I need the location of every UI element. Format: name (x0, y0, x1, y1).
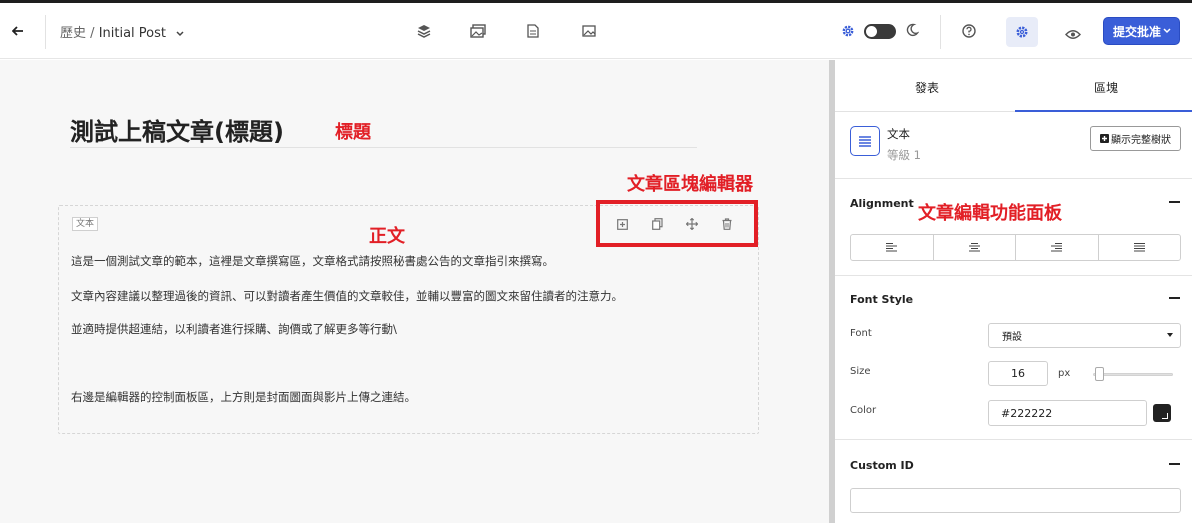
duplicate-icon[interactable] (649, 216, 665, 232)
custom-id-input[interactable] (850, 488, 1181, 513)
size-slider-track[interactable] (1093, 373, 1173, 376)
breadcrumb-separator: / (90, 26, 95, 41)
top-toolbar: 歷史 / Initial Post 提交批准 (0, 3, 1192, 59)
settings-button[interactable] (1006, 17, 1038, 47)
collapse-icon[interactable] (1169, 463, 1180, 465)
block-tools (596, 200, 758, 247)
help-icon[interactable] (962, 23, 976, 42)
block-name: 文本 (887, 127, 910, 141)
collapse-icon[interactable] (1169, 201, 1180, 203)
eye-icon[interactable] (1065, 25, 1081, 44)
moon-icon (905, 22, 920, 41)
divider (45, 15, 46, 49)
gallery-icon[interactable] (466, 19, 490, 43)
panel-annotation: 文章編輯功能面板 (918, 203, 1062, 224)
arrow-left-icon (11, 26, 23, 36)
block-level: 等級 1 (887, 148, 921, 162)
breadcrumb[interactable]: 歷史 / Initial Post (60, 22, 184, 41)
align-left-icon[interactable] (851, 235, 934, 260)
editor-canvas: 測試上稿文章(標題) 標題 文章區塊編輯器 文本 正文 這是一個測試文章的範本，… (0, 60, 829, 523)
settings-panel: 發表 區塊 文本 等級 1 顯示完整樹狀 Alignment 文章編輯功能面板 … (835, 60, 1192, 523)
theme-toggle[interactable] (864, 24, 896, 39)
size-slider-thumb[interactable] (1095, 367, 1104, 381)
paragraph[interactable]: 並適時提供超連結，以利讀者進行採購、詢價或了解更多等行動\ (71, 321, 397, 337)
tree-button-label: 顯示完整樹狀 (1111, 135, 1171, 146)
post-title[interactable]: 測試上稿文章(標題) (70, 112, 284, 147)
paragraph[interactable]: 文章內容建議以整理過後的資訊、可以對讀者產生價值的文章較佳，並輔以豐富的圖文來留… (71, 288, 623, 304)
font-select-value: 預設 (1002, 332, 1022, 343)
section-divider (835, 275, 1192, 276)
alignment-group (850, 234, 1181, 261)
image-icon[interactable] (577, 19, 601, 43)
chevron-down-icon[interactable] (176, 29, 184, 40)
title-underline (70, 147, 697, 148)
block-type-badge: 文本 (72, 217, 99, 231)
active-tab-indicator (1015, 110, 1192, 112)
document-icon[interactable] (521, 19, 545, 43)
trash-icon[interactable] (719, 216, 735, 232)
align-justify-icon[interactable] (1099, 235, 1181, 260)
layers-icon[interactable] (412, 19, 436, 43)
tab-block[interactable]: 區塊 (1094, 79, 1118, 96)
submit-label: 提交批准 (1113, 24, 1162, 39)
caret-down-icon (1167, 333, 1173, 337)
align-right-icon[interactable] (1016, 235, 1099, 260)
font-select[interactable]: 預設 (988, 323, 1181, 348)
custom-id-title: Custom ID (850, 459, 914, 472)
title-annotation: 標題 (335, 122, 371, 143)
font-label: Font (850, 328, 872, 339)
block-editor-annotation: 文章區塊編輯器 (627, 174, 753, 195)
panel-tabs: 發表 區塊 (835, 60, 1192, 112)
move-icon[interactable] (684, 216, 700, 232)
show-tree-button[interactable]: 顯示完整樹狀 (1090, 126, 1181, 151)
paragraph[interactable]: 右邊是編輯器的控制面板區，上方則是封面圖面與影片上傳之連結。 (71, 389, 416, 405)
color-swatch[interactable] (1153, 404, 1171, 422)
size-value: 16 (1011, 367, 1025, 380)
section-divider (835, 439, 1192, 440)
chevron-down-icon[interactable] (1163, 24, 1171, 37)
back-button[interactable] (11, 21, 24, 40)
align-center-icon[interactable] (934, 235, 1016, 260)
submit-for-approval-button[interactable]: 提交批准 (1103, 17, 1180, 45)
divider (940, 15, 941, 49)
color-value: #222222 (1001, 406, 1053, 420)
font-style-title: Font Style (850, 293, 914, 306)
size-input[interactable]: 16 (988, 361, 1048, 386)
collapse-icon[interactable] (1169, 297, 1180, 299)
settings-icon (1016, 26, 1028, 38)
color-label: Color (850, 405, 877, 416)
breadcrumb-parent[interactable]: 歷史 (60, 26, 86, 41)
paragraph[interactable]: 這是一個測試文章的範本，這裡是文章撰寫區，文章格式請按照秘書處公告的文章指引來撰… (71, 253, 554, 269)
plus-square-icon (1100, 134, 1109, 143)
size-unit: px (1058, 368, 1071, 379)
section-divider (835, 178, 1192, 179)
paragraph-block-icon (850, 126, 880, 156)
color-input[interactable]: #222222 (988, 400, 1147, 426)
tab-publish[interactable]: 發表 (915, 79, 939, 96)
alignment-title: Alignment (850, 197, 914, 210)
add-block-icon[interactable] (614, 216, 630, 232)
size-label: Size (850, 366, 871, 377)
body-annotation: 正文 (369, 226, 405, 247)
breadcrumb-current[interactable]: Initial Post (99, 26, 166, 41)
gear-icon (841, 23, 855, 42)
